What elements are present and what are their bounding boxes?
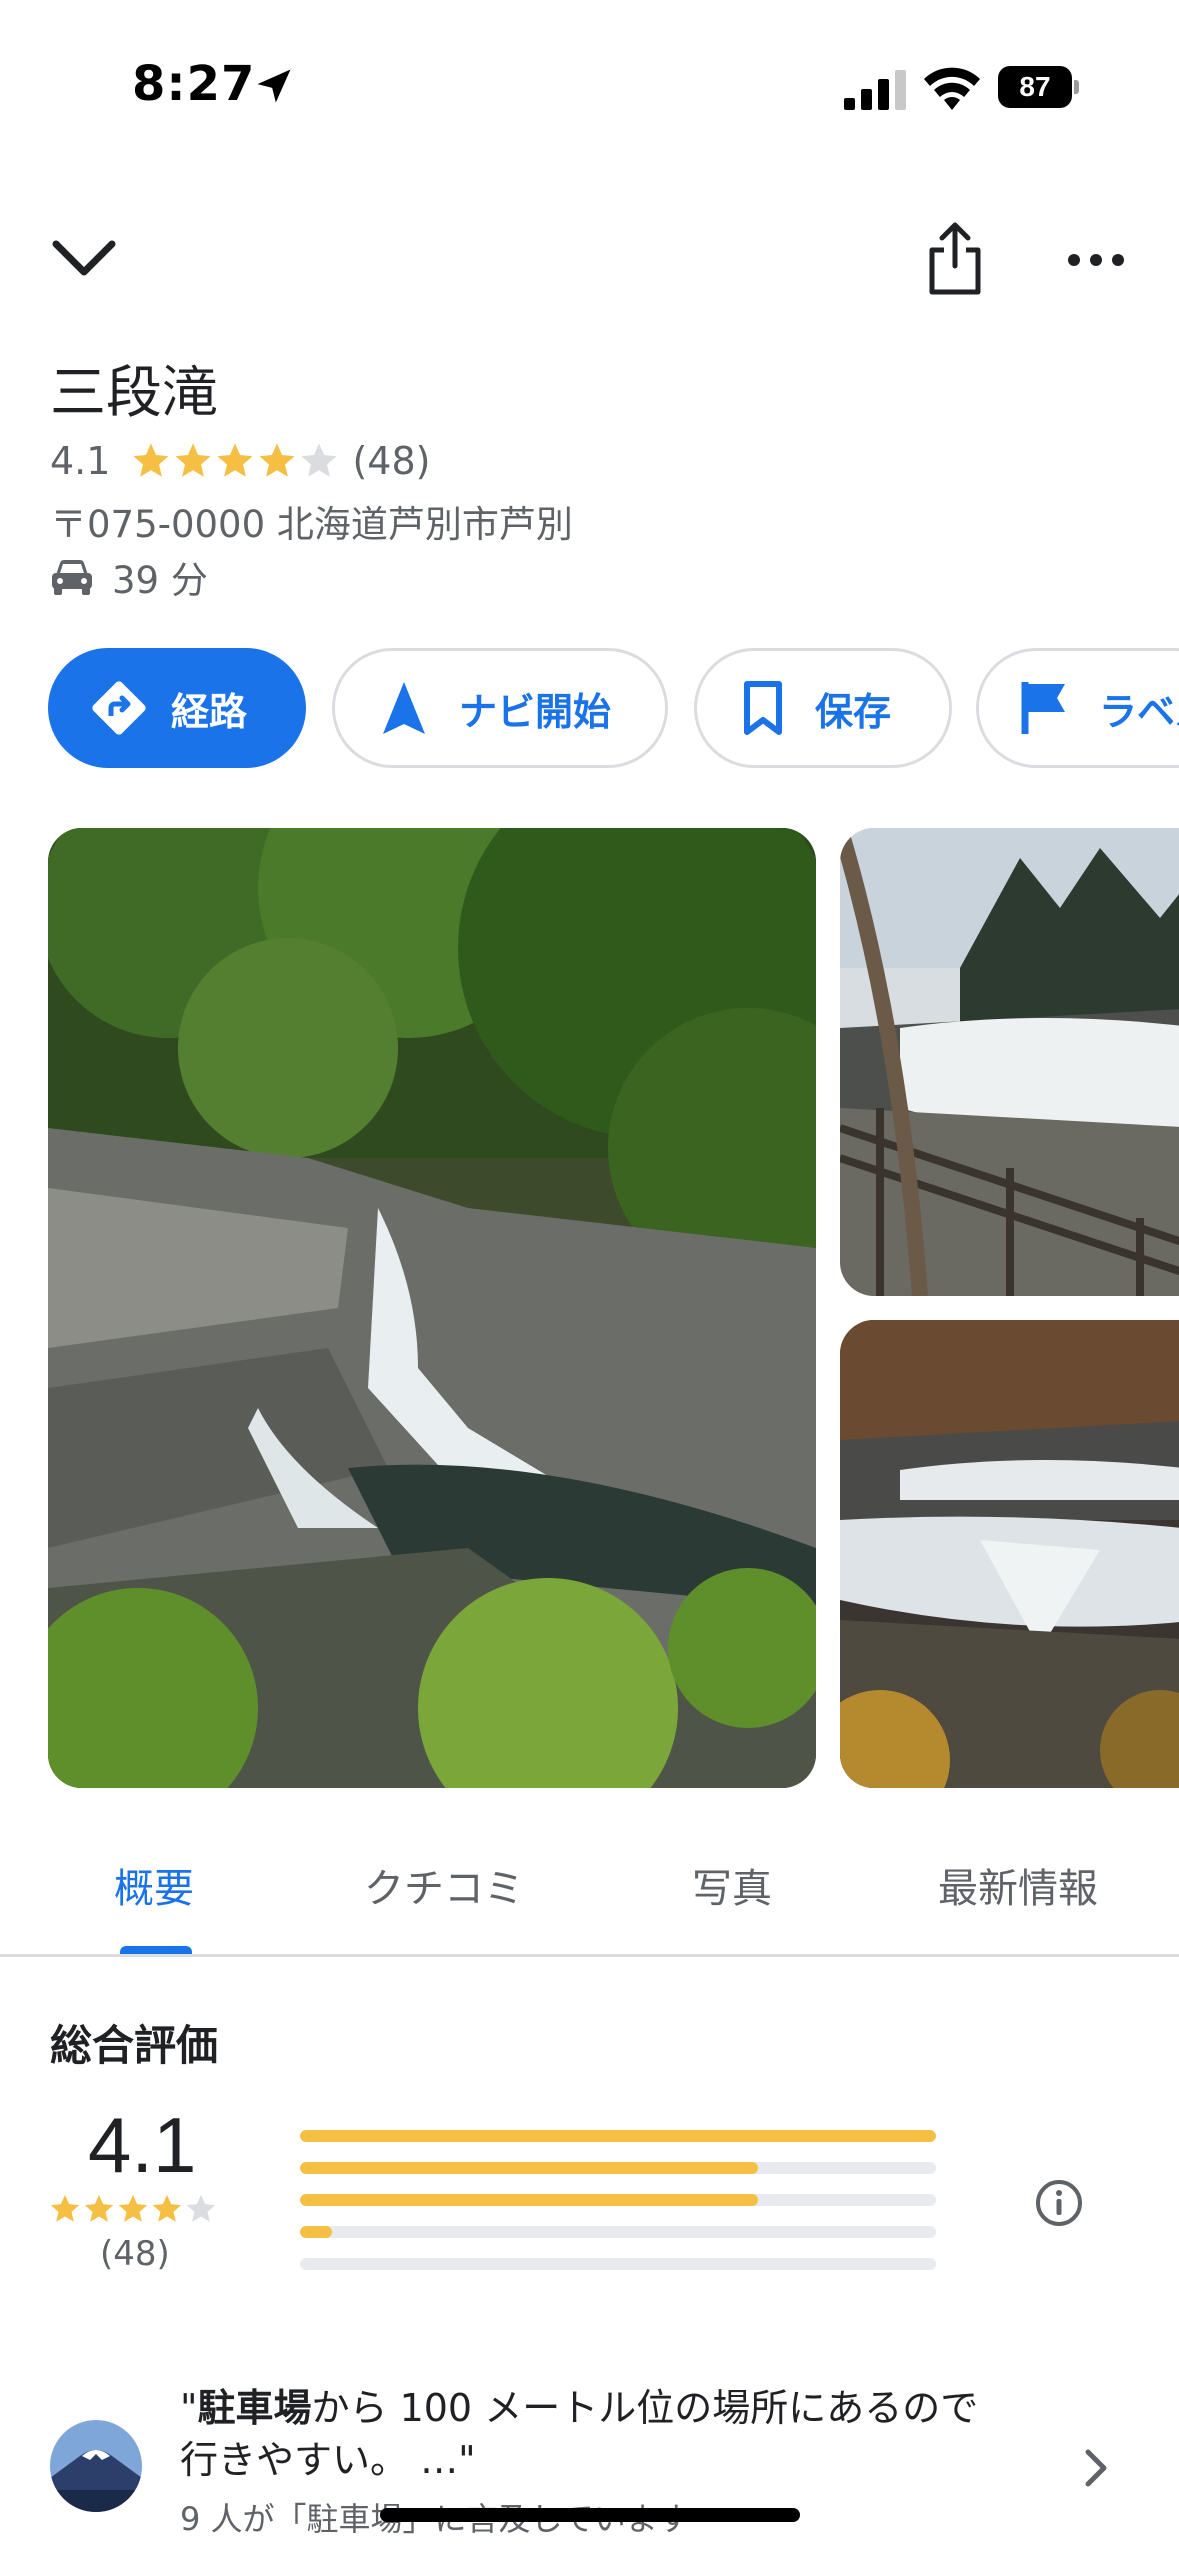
place-title: 三段滝 [50,361,218,426]
rating-value: 4.1 [50,439,111,483]
rating-bar-5-star [300,2130,936,2142]
flag-icon [1021,682,1065,734]
address[interactable]: 〒075-0000 北海道芦別市芦別 [50,494,573,548]
star-filled-icon [50,2194,80,2222]
travel-time-label: 39 分 [112,559,208,602]
bookmark-icon [744,681,782,735]
directions-button[interactable]: 経路 [48,648,306,768]
review-quote[interactable]: "駐車場から 100 メートル位の場所にあるので 行きやすい。 …" [180,2382,1020,2486]
location-arrow-icon [257,69,291,103]
more-icon[interactable] [1064,240,1128,280]
summary-stars [48,2192,218,2226]
photo-thumbnail-1[interactable] [840,828,1179,1296]
star-empty-icon [301,443,337,477]
star-filled-icon [152,2194,182,2222]
rating-summary-title: 総合評価 [50,2021,219,2070]
tab-updates[interactable]: 最新情報 [938,1856,1098,1914]
tab-overview[interactable]: 概要 [114,1856,194,1914]
quote-keyword: 駐車場 [197,2386,312,2430]
rating-bar-fill [300,2130,936,2142]
star-empty-icon [186,2194,216,2222]
rating-bar-fill [300,2162,758,2174]
label-button[interactable]: ラベル [976,648,1179,768]
start-navigation-label: ナビ開始 [459,689,612,734]
directions-label: 経路 [171,689,248,734]
tab-divider [0,1954,1179,1957]
rating-bar-fill [300,2226,332,2238]
summary-count: (48) [100,2234,170,2274]
directions-icon [92,681,146,735]
battery-level: 87 [998,66,1072,108]
navigate-icon [383,682,425,734]
car-icon [52,560,92,595]
rating-bar-3-star [300,2194,936,2206]
chevron-down-icon[interactable] [48,228,120,288]
save-button[interactable]: 保存 [694,648,952,768]
star-filled-icon [133,443,169,477]
chevron-right-icon[interactable] [1078,2444,1114,2492]
star-filled-icon [217,443,253,477]
review-avatar [50,2420,142,2512]
signal-icon [844,70,906,110]
photo-thumbnail-2[interactable] [840,1320,1179,1788]
rating-row[interactable]: 4.1 (48) [50,436,430,486]
wifi-icon [924,67,980,110]
rating-stars [130,440,340,482]
battery-indicator: 87 [998,66,1079,108]
label-label: ラベル [1099,689,1179,734]
star-filled-icon [118,2194,148,2222]
start-navigation-button[interactable]: ナビ開始 [332,648,668,768]
rating-bar-4-star [300,2162,936,2174]
quote-text: から 100 メートル位の場所にあるので [311,2386,979,2430]
tab-photos[interactable]: 写真 [692,1856,772,1914]
rating-bar-2-star [300,2226,936,2238]
share-icon[interactable] [920,220,990,296]
review-count: (48) [352,439,431,483]
home-indicator [380,2508,800,2522]
travel-time: 39 分 [50,552,208,602]
star-filled-icon [84,2194,114,2222]
tab-reviews[interactable]: クチコミ [364,1856,524,1914]
save-label: 保存 [815,689,892,734]
star-filled-icon [175,443,211,477]
status-time: 8:27 [132,56,256,112]
photo-main[interactable] [48,828,816,1788]
quote-text-2: 行きやすい。 …" [180,2438,476,2482]
star-filled-icon [259,443,295,477]
info-icon[interactable] [1034,2178,1084,2228]
summary-score: 4.1 [88,2101,197,2189]
rating-bar-fill [300,2194,758,2206]
rating-bar-1-star [300,2258,936,2270]
